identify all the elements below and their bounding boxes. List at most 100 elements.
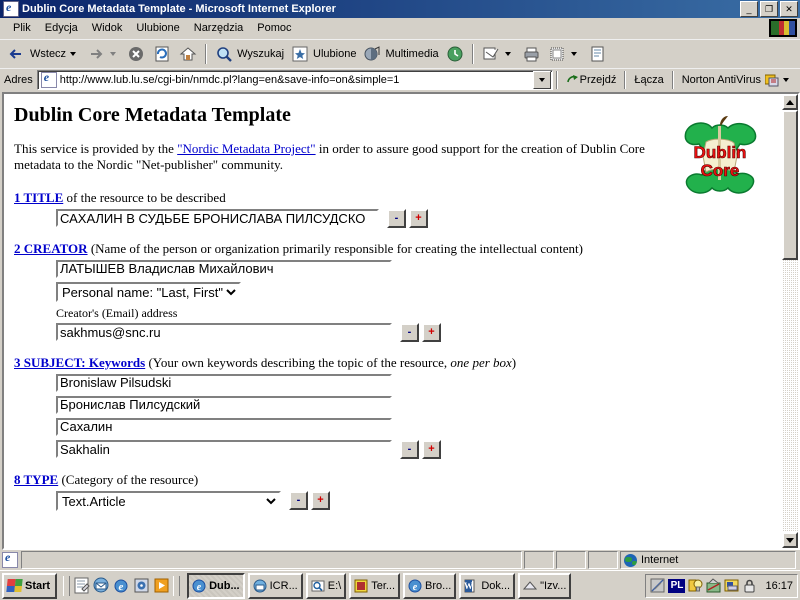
section-creator-link[interactable]: 2 CREATOR	[14, 241, 88, 256]
system-tray: PL 16:17	[645, 573, 798, 598]
section-title-description: of the resource to be described	[63, 189, 226, 205]
search-icon	[214, 44, 234, 64]
mail-dropdown-icon[interactable]	[504, 52, 511, 56]
refresh-button[interactable]	[149, 42, 175, 66]
media-play-icon[interactable]	[153, 577, 170, 594]
title-add-button[interactable]: +	[409, 208, 428, 228]
creator-name-type-select[interactable]: Personal name: "Last, First"	[56, 281, 241, 302]
internet-explorer-icon[interactable]: e	[113, 577, 130, 594]
subject-input-1[interactable]	[56, 373, 392, 392]
address-label: Adres	[4, 74, 33, 86]
subject-input-4[interactable]	[56, 440, 392, 458]
scrollbar-thumb[interactable]	[782, 110, 798, 260]
title-remove-button[interactable]: -	[387, 208, 406, 228]
creator-add-button[interactable]: +	[422, 322, 441, 342]
title-input[interactable]	[56, 209, 379, 227]
task-button-izv[interactable]: "Izv...	[518, 572, 572, 599]
restore-button[interactable]: ❐	[760, 1, 778, 17]
print-button[interactable]	[518, 42, 544, 66]
section-subject-link[interactable]: 3 SUBJECT: Keywords	[14, 355, 145, 370]
task-button-label: Dok...	[481, 579, 511, 592]
discuss-button[interactable]	[584, 42, 610, 66]
tray-display-icon[interactable]	[650, 578, 665, 593]
edit-dropdown-icon[interactable]	[570, 52, 577, 56]
norton-dropdown-icon[interactable]	[783, 78, 789, 82]
window-title: Dublin Core Metadata Template - Microsof…	[22, 3, 336, 15]
section-creator-label: 2 CREATOR (Name of the person or organiz…	[14, 241, 770, 257]
start-button[interactable]: Start	[2, 572, 58, 599]
taskbar-clock[interactable]: 16:17	[765, 580, 793, 592]
scroll-up-button[interactable]	[782, 94, 798, 110]
task-button-explorer[interactable]: E:\	[305, 572, 347, 599]
links-label: Łącza	[634, 74, 664, 86]
home-button[interactable]	[175, 42, 201, 66]
menu-item-favorites[interactable]: Ulubione	[129, 20, 186, 36]
search-button[interactable]: Wyszukaj	[211, 42, 287, 66]
menu-item-edit[interactable]: Edycja	[38, 20, 85, 36]
tray-network-icon[interactable]	[706, 578, 721, 593]
task-word-icon: W	[464, 579, 478, 593]
subject-input-3[interactable]	[56, 417, 392, 436]
section-creator: 2 CREATOR (Name of the person or organiz…	[14, 241, 770, 342]
favorites-button[interactable]: Ulubione	[287, 42, 359, 66]
language-indicator[interactable]: PL	[668, 578, 686, 593]
task-button-icr[interactable]: ICR...	[247, 572, 303, 599]
stop-button[interactable]	[123, 42, 149, 66]
taskbar: Start e e Dub... ICR... E:\ Ter... e Bro…	[0, 570, 800, 600]
creator-name-input[interactable]	[56, 259, 392, 278]
creator-name-row	[14, 259, 770, 278]
tray-program-icon[interactable]	[724, 578, 739, 593]
subject-remove-button[interactable]: -	[400, 439, 419, 459]
links-button[interactable]: Łącza	[629, 74, 668, 86]
section-type-link[interactable]: 8 TYPE	[14, 472, 58, 487]
history-button[interactable]	[442, 42, 468, 66]
taskband-grip[interactable]	[173, 575, 181, 596]
task-button-dublin[interactable]: e Dub...	[187, 572, 245, 599]
creator-remove-button[interactable]: -	[400, 322, 419, 342]
type-add-button[interactable]: +	[311, 491, 330, 510]
mail-button[interactable]	[478, 42, 518, 66]
subject-add-button[interactable]: +	[422, 439, 441, 459]
scroll-down-button[interactable]	[782, 532, 798, 548]
task-button-word[interactable]: W Dok...	[459, 572, 516, 599]
show-desktop-icon[interactable]	[73, 577, 90, 594]
toolbar: Wstecz Wyszukaj Ulubione Multimedia	[0, 39, 800, 68]
type-field-row: Text.Article - +	[14, 490, 770, 511]
type-select[interactable]: Text.Article	[56, 490, 281, 511]
media-button[interactable]: Multimedia	[359, 42, 441, 66]
menu-item-help[interactable]: Pomoc	[250, 20, 298, 36]
nordic-metadata-project-link[interactable]: "Nordic Metadata Project"	[177, 141, 315, 156]
page-title: Dublin Core Metadata Template	[14, 104, 291, 126]
creator-email-input[interactable]	[56, 323, 392, 341]
address-dropdown-button[interactable]	[532, 71, 551, 89]
forward-dropdown-icon[interactable]	[110, 52, 117, 56]
back-dropdown-icon[interactable]	[70, 52, 77, 56]
minimize-button[interactable]: _	[740, 1, 758, 17]
task-button-browser[interactable]: e Bro...	[403, 572, 457, 599]
menu-item-file[interactable]: Plik	[6, 20, 38, 36]
subject-input-2[interactable]	[56, 395, 392, 414]
type-addremove-buttons: - +	[289, 491, 330, 510]
media-player-icon[interactable]	[133, 577, 150, 594]
go-button[interactable]: Przejdź	[561, 73, 622, 87]
quicklaunch-grip[interactable]	[63, 575, 71, 596]
edit-button[interactable]	[544, 42, 584, 66]
tray-lock-icon[interactable]	[742, 578, 757, 593]
section-title-link[interactable]: 1 TITLE	[14, 190, 63, 205]
menu-item-tools[interactable]: Narzędzia	[187, 20, 251, 36]
forward-button[interactable]	[83, 42, 123, 66]
type-remove-button[interactable]: -	[289, 491, 308, 510]
section-creator-description: (Name of the person or organization prim…	[87, 240, 583, 256]
section-subject-label: 3 SUBJECT: Keywords (Your own keywords d…	[14, 355, 770, 371]
page-scrollbar[interactable]	[782, 94, 798, 548]
back-arrow-icon	[7, 44, 27, 64]
address-separator-2	[624, 71, 627, 89]
menu-item-view[interactable]: Widok	[85, 20, 130, 36]
close-button[interactable]: ✕	[780, 1, 798, 17]
back-button[interactable]: Wstecz	[4, 42, 83, 66]
address-input[interactable]: http://www.lub.lu.se/cgi-bin/nmdc.pl?lan…	[36, 70, 553, 90]
norton-antivirus-button[interactable]: Norton AntiVirus	[677, 73, 798, 87]
tray-volume-icon[interactable]	[688, 578, 703, 593]
outlook-express-icon[interactable]	[93, 577, 110, 594]
task-button-terminal[interactable]: Ter...	[349, 572, 401, 599]
